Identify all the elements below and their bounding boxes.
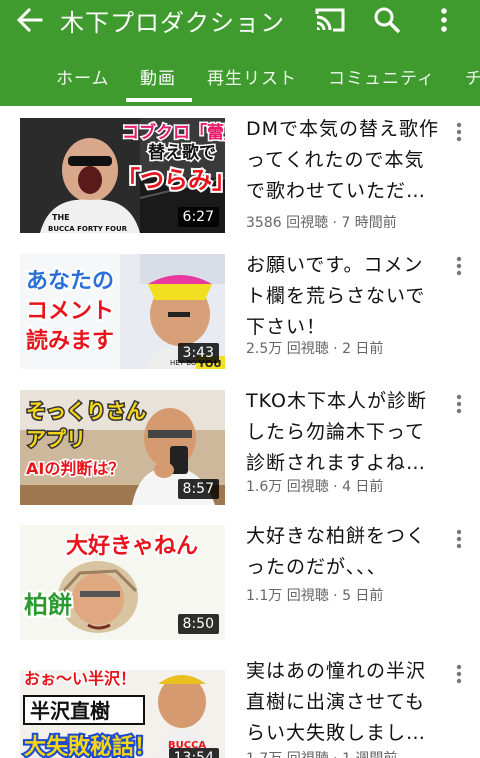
video-duration: 13:54 xyxy=(168,748,219,758)
thumb-text: コメント xyxy=(26,299,114,324)
active-tab-indicator xyxy=(126,98,192,102)
thumb-text: AIの判断は？ xyxy=(26,459,124,478)
video-meta: 3586 回視聴 · 7 時間前 xyxy=(246,215,397,231)
video-title[interactable]: TKO木下本人が診断 したら勿論木下って 診断されますよね… xyxy=(246,386,446,479)
video-duration: 8:57 xyxy=(177,479,219,499)
video-item[interactable]: HEY BOY YOU あなたの コメント 読みます 3:43 お願いです。コメ… xyxy=(0,254,480,384)
channel-title: 木下プロダクション xyxy=(60,9,285,37)
thumb-text: コブクロ「蕾」の xyxy=(122,122,225,143)
video-thumbnail[interactable]: そっくりさん アプリ AIの判断は？ 8:57 xyxy=(20,390,225,505)
video-item[interactable]: そっくりさん アプリ AIの判断は？ 8:57 TKO木下本人が診断 したら勿論… xyxy=(0,390,480,520)
thumb-text: 大失敗秘話！ xyxy=(24,734,156,758)
video-item[interactable]: 大好きゃねん 柏餅 8:50 大好きな柏餅をつく ったのだが、、、 1.1万 回… xyxy=(0,525,480,655)
tab-videos[interactable]: 動画 xyxy=(140,64,176,89)
thumb-text: 半沢直樹 xyxy=(30,699,110,723)
thumb-text: 「つらみ」 xyxy=(116,166,225,194)
tab-channels[interactable]: チ xyxy=(465,64,480,89)
video-options-icon[interactable] xyxy=(452,394,466,414)
video-title[interactable]: お願いです。コメン ト欄を荒らさないで 下さい！ xyxy=(246,250,446,343)
video-title[interactable]: DMで本気の替え歌作 ってくれたので本気 で歌わせていただ… xyxy=(246,114,446,207)
thumb-text: BUCCA FORTY FOUR xyxy=(48,225,128,233)
tab-playlists[interactable]: 再生リスト xyxy=(207,64,297,89)
video-meta: 2.5万 回視聴 · 2 日前 xyxy=(246,341,384,357)
thumb-text: 替え歌で xyxy=(148,142,216,163)
video-thumbnail[interactable]: BUCCA おぉ～い半沢！ 半沢直樹 大失敗秘話！ 13:54 xyxy=(20,660,225,758)
video-duration: 6:27 xyxy=(177,207,219,227)
video-thumbnail[interactable]: THE BUCCA FORTY FOUR コブクロ「蕾」の 替え歌で 「つらみ」… xyxy=(20,118,225,233)
video-meta: 1.6万 回視聴 · 4 日前 xyxy=(246,479,384,495)
video-duration: 3:43 xyxy=(177,343,219,363)
video-options-icon[interactable] xyxy=(452,122,466,142)
thumb-text: THE xyxy=(52,213,70,222)
tab-community[interactable]: コミュニティ xyxy=(328,64,435,89)
video-thumbnail[interactable]: 大好きゃねん 柏餅 8:50 xyxy=(20,525,225,640)
video-meta: 1.1万 回視聴 · 5 日前 xyxy=(246,588,384,604)
video-options-icon[interactable] xyxy=(452,664,466,684)
video-title[interactable]: 実はあの憧れの半沢 直樹に出演させても らい大失敗しまし… xyxy=(246,656,446,749)
thumb-text: おぉ～い半沢！ xyxy=(24,669,136,688)
video-options-icon[interactable] xyxy=(452,529,466,549)
video-thumbnail[interactable]: HEY BOY YOU あなたの コメント 読みます 3:43 xyxy=(20,254,225,369)
thumb-text: 柏餅 xyxy=(24,591,72,619)
tab-home[interactable]: ホーム xyxy=(56,64,110,89)
thumb-text: アプリ xyxy=(26,427,86,451)
video-duration: 8:50 xyxy=(177,614,219,634)
video-item[interactable]: BUCCA おぉ～い半沢！ 半沢直樹 大失敗秘話！ 13:54 実はあの憧れの半… xyxy=(0,660,480,758)
top-toolbar: 木下プロダクション xyxy=(0,0,480,40)
thumb-text: あなたの xyxy=(26,269,114,294)
app-bar: 木下プロダクション ホーム 動画 再生リスト コミュニティ チ xyxy=(0,0,480,106)
video-options-icon[interactable] xyxy=(452,256,466,276)
thumb-text: 大好きゃねん xyxy=(66,533,198,559)
video-item[interactable]: THE BUCCA FORTY FOUR コブクロ「蕾」の 替え歌で 「つらみ」… xyxy=(0,118,480,248)
back-arrow-icon[interactable] xyxy=(14,6,44,34)
channel-tabs: ホーム 動画 再生リスト コミュニティ チ xyxy=(0,52,480,102)
search-icon[interactable] xyxy=(372,5,402,35)
cast-icon[interactable] xyxy=(314,7,346,33)
video-meta: 1.7万 回視聴 · 1 週間前 xyxy=(246,748,397,758)
more-vert-icon[interactable] xyxy=(434,6,454,34)
thumb-text: 読みます xyxy=(26,328,114,354)
video-title[interactable]: 大好きな柏餅をつく ったのだが、、、 xyxy=(246,521,446,583)
thumb-text: そっくりさん xyxy=(26,399,146,423)
